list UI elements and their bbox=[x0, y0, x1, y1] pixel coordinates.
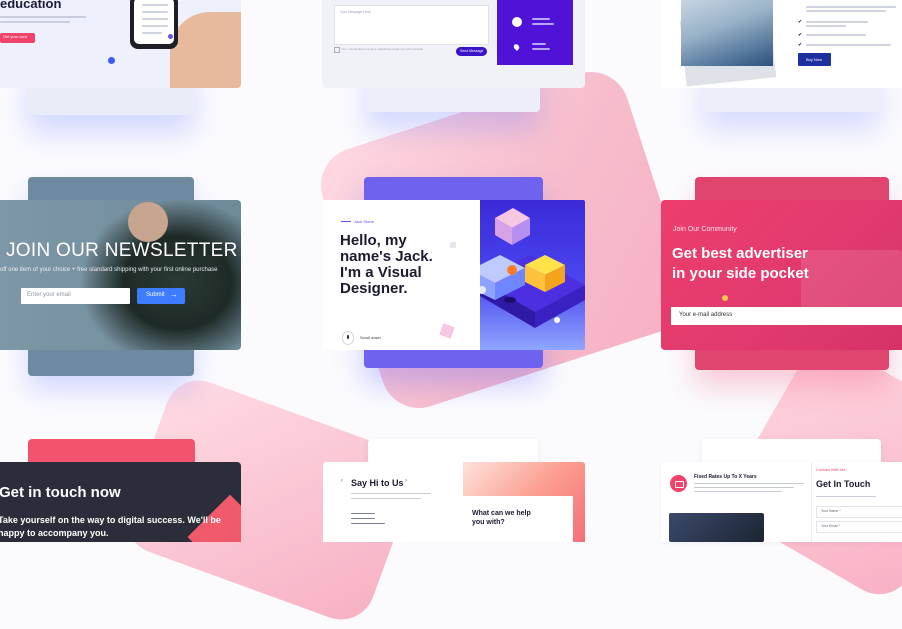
model-head bbox=[128, 202, 168, 242]
newsletter-email-input[interactable]: Enter your email bbox=[21, 288, 130, 304]
hand-illustration bbox=[170, 12, 241, 88]
advertiser-kicker: Join Our Community bbox=[673, 226, 737, 233]
card-contact-form[interactable]: Your Message Here Yes, I would like to r… bbox=[322, 0, 585, 88]
message-placeholder: Your Message Here bbox=[340, 10, 371, 14]
portfolio-headline-4: Designer. bbox=[340, 280, 408, 297]
marketing-checkbox-label: Yes, I would like to receive marketing e… bbox=[341, 47, 424, 51]
get-in-touch-subtext-2: happy to accompany you. bbox=[0, 528, 109, 538]
contact-heading: Get In Touch bbox=[816, 479, 871, 489]
card-education[interactable]: education Get your card bbox=[0, 0, 241, 88]
divider bbox=[811, 462, 812, 542]
advertiser-headline-2: in your side pocket bbox=[672, 265, 809, 282]
chevron-right-icon[interactable]: › bbox=[405, 478, 407, 484]
contact-kicker: Contact With Me bbox=[816, 467, 846, 472]
location-pin-icon bbox=[512, 43, 521, 51]
buy-now-label: Buy Now bbox=[806, 57, 823, 62]
check-icon: ✔ bbox=[798, 32, 803, 38]
chevron-left-icon[interactable]: ‹ bbox=[341, 478, 343, 484]
newsletter-subtext: off one item of your choice + free stand… bbox=[0, 267, 218, 273]
phone-icon bbox=[512, 17, 522, 27]
info-icon bbox=[722, 295, 728, 301]
contact-info-panel bbox=[497, 0, 573, 65]
fixed-rates-title: Fixed Rates Up To X Years bbox=[694, 474, 757, 480]
card-portfolio[interactable]: Jack Stone Hello, my name's Jack. I'm a … bbox=[323, 200, 585, 350]
floating-cube bbox=[439, 323, 455, 339]
portfolio-headline-3: I'm a Visual bbox=[340, 264, 422, 281]
floating-cube-small bbox=[450, 242, 456, 248]
newsletter-submit-button[interactable]: Submit → bbox=[137, 288, 185, 304]
newsletter-email-placeholder: Enter your email bbox=[27, 292, 71, 298]
message-textarea[interactable]: Your Message Here bbox=[334, 5, 489, 45]
get-in-touch-heading: Get in touch now bbox=[0, 484, 121, 501]
card-team[interactable]: ✔ ✔ ✔ Buy Now bbox=[661, 0, 902, 88]
advertiser-email-placeholder: Your e-mail address bbox=[679, 312, 733, 318]
card-newsletter[interactable]: JOIN OUR NEWSLETTER off one item of your… bbox=[0, 200, 241, 350]
isometric-illustration bbox=[480, 200, 585, 350]
buy-now-button[interactable]: Buy Now bbox=[798, 53, 831, 66]
name-input[interactable]: Your Name * bbox=[816, 506, 902, 518]
scroll-down-label: Scroll down bbox=[360, 335, 381, 340]
email-input[interactable]: Your Email * bbox=[816, 521, 902, 533]
video-icon bbox=[670, 475, 687, 492]
portfolio-headline-1: Hello, my bbox=[340, 232, 407, 249]
newsletter-heading: JOIN OUR NEWSLETTER bbox=[6, 240, 238, 261]
newsletter-submit-label: Submit bbox=[146, 292, 165, 298]
email-placeholder: Your Email * bbox=[821, 524, 841, 528]
get-in-touch-subtext-1: Take yourself on the way to digital succ… bbox=[0, 515, 221, 525]
arrow-right-icon: → bbox=[170, 290, 178, 299]
get-card-button[interactable]: Get your card bbox=[0, 33, 35, 43]
team-photo bbox=[681, 0, 773, 66]
advertiser-headline-1: Get best advertiser bbox=[672, 245, 808, 262]
send-message-label: Send Message bbox=[460, 49, 484, 53]
laptop-photo bbox=[801, 250, 902, 310]
phone-icon bbox=[130, 0, 178, 49]
say-hi-heading: Say Hi to Us bbox=[351, 478, 404, 488]
say-hi-question-1: What can we help bbox=[472, 510, 531, 517]
say-hi-question-2: you with? bbox=[472, 519, 505, 526]
marketing-checkbox[interactable] bbox=[334, 47, 340, 53]
scroll-mouse-icon[interactable] bbox=[342, 331, 354, 345]
check-icon: ✔ bbox=[798, 42, 803, 48]
card-advertiser[interactable]: Join Our Community Get best advertiser i… bbox=[661, 200, 902, 350]
send-message-button[interactable]: Send Message bbox=[456, 47, 487, 56]
card-fixed-rates[interactable]: Fixed Rates Up To X Years Contact With M… bbox=[661, 462, 902, 542]
portfolio-tag: Jack Stone bbox=[354, 219, 374, 224]
card-say-hi[interactable]: ‹ Say Hi to Us › What can we help you wi… bbox=[323, 462, 585, 542]
education-heading: education bbox=[0, 0, 62, 11]
name-placeholder: Your Name * bbox=[821, 509, 841, 513]
portfolio-headline-2: name's Jack. bbox=[340, 248, 433, 265]
card-get-in-touch-dark[interactable]: Get in touch now Take yourself on the wa… bbox=[0, 462, 241, 542]
portfolio-tag-line bbox=[341, 221, 351, 222]
dot-indicator bbox=[108, 57, 115, 64]
get-card-label: Get your card bbox=[3, 34, 28, 39]
check-icon: ✔ bbox=[798, 19, 803, 25]
advertiser-email-input[interactable]: Your e-mail address bbox=[671, 307, 902, 325]
tablet-photo bbox=[669, 513, 764, 542]
